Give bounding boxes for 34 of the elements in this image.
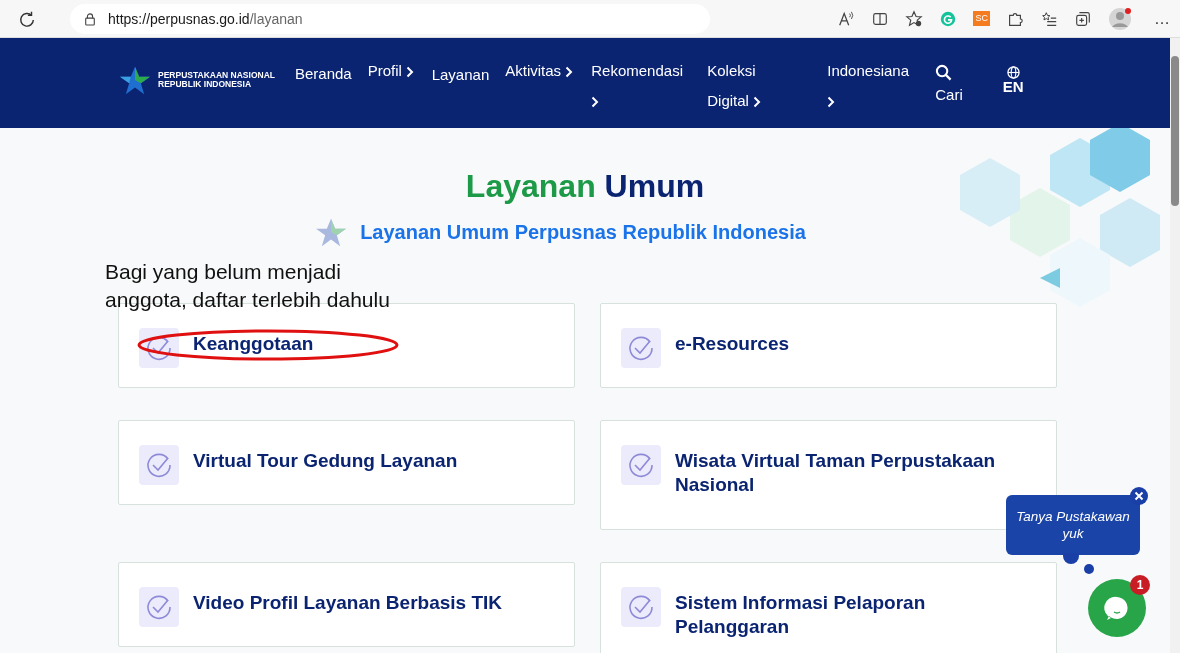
page-title: Layanan Umum — [465, 168, 705, 205]
more-menu[interactable]: … — [1154, 9, 1170, 28]
scrollbar[interactable] — [1170, 38, 1180, 653]
nav-link[interactable]: Aktivitas — [505, 56, 576, 86]
nav-link[interactable]: Profil — [367, 56, 416, 86]
logo-text: REPUBLIK INDONESIA — [158, 80, 253, 89]
url-text: https://perpusnas.go.id/layanan — [108, 10, 303, 27]
nav-link[interactable]: Rekomendasi — [591, 56, 692, 116]
favorites-list-icon[interactable] — [1040, 9, 1058, 28]
search-link[interactable]: Cari — [935, 60, 963, 105]
service-card[interactable]: e-Resources — [600, 303, 1057, 388]
service-card[interactable]: Sistem Informasi Pelaporan Pelanggaran — [600, 562, 1057, 653]
nav-link[interactable]: Layanan — [431, 60, 490, 90]
nav-link[interactable]: Indonesiana — [827, 56, 920, 116]
read-aloud-icon[interactable] — [837, 9, 856, 28]
service-card[interactable]: Virtual Tour Gedung Layanan — [118, 420, 575, 505]
unread-badge: 1 — [1130, 575, 1150, 595]
search-icon — [935, 64, 953, 81]
globe-icon — [1006, 66, 1020, 79]
page-subtitle: Layanan Umum Perpusnas Republik Indonesia — [360, 220, 806, 244]
nav-link[interactable]: Beranda — [294, 59, 352, 89]
reload-icon[interactable] — [18, 9, 36, 28]
collections-icon[interactable] — [1074, 9, 1092, 28]
lock-icon — [84, 11, 96, 26]
star-logo-icon — [118, 65, 152, 95]
logo-text: PERPUSTAKAAN NASIONAL — [158, 71, 275, 80]
chat-prompt-bubble[interactable]: Tanya Pustakawan yuk — [1006, 495, 1140, 555]
profile-avatar-icon[interactable] — [1108, 6, 1132, 31]
nav-link[interactable]: Koleksi Digital — [707, 56, 798, 116]
service-card[interactable]: Video Profil Layanan Berbasis TIK — [118, 562, 575, 647]
language-link[interactable]: EN — [1002, 56, 1024, 95]
address-bar[interactable]: https://perpusnas.go.id/layanan — [70, 3, 710, 34]
close-icon[interactable] — [1130, 487, 1148, 505]
favorite-star-icon[interactable] — [905, 9, 924, 28]
